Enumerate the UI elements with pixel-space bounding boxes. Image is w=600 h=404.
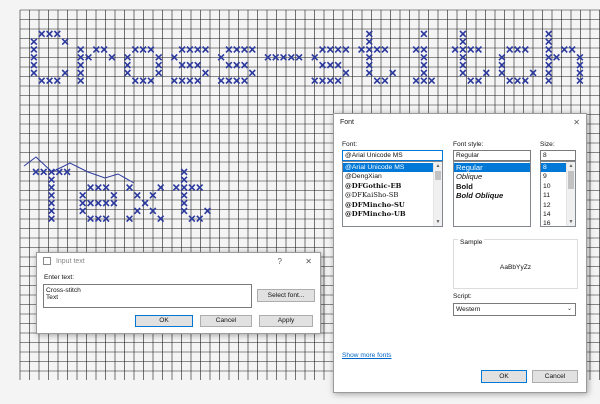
close-icon[interactable]: ✕: [573, 114, 580, 132]
script-label: Script:: [453, 293, 472, 300]
list-item[interactable]: @DFKaiSho-SB: [343, 191, 442, 200]
scroll-thumb[interactable]: [568, 171, 574, 189]
show-more-fonts-link[interactable]: Show more fonts: [342, 352, 391, 359]
font-ok-button[interactable]: OK: [481, 370, 527, 383]
text-input-area[interactable]: Cross-stitch Text: [43, 284, 252, 308]
font-list[interactable]: @Arial Unicode MS @DengXian @DFGothic-EB @D…: [342, 161, 443, 227]
scroll-up-icon[interactable]: ▲: [567, 162, 575, 170]
font-cancel-button[interactable]: Cancel: [532, 370, 578, 383]
size-list[interactable]: 8 9 10 11 12 14 16 ▲ ▼: [540, 161, 576, 227]
input-dialog-titlebar[interactable]: Input text ? ✕: [37, 253, 320, 271]
font-dialog-titlebar[interactable]: Font ✕: [334, 114, 586, 132]
list-item[interactable]: @DFGothic-EB: [343, 182, 442, 191]
help-icon[interactable]: ?: [278, 253, 282, 271]
list-item[interactable]: @Arial Unicode MS: [343, 163, 442, 173]
list-item[interactable]: Oblique: [454, 172, 530, 181]
list-item[interactable]: Bold Oblique: [454, 191, 530, 200]
apply-button[interactable]: Apply: [259, 315, 313, 327]
font-dialog: Font ✕ Font: @Arial Unicode MS @Arial Un…: [333, 113, 587, 393]
scroll-thumb[interactable]: [435, 171, 441, 180]
font-name-field[interactable]: @Arial Unicode MS: [342, 150, 443, 161]
sample-label: Sample: [458, 239, 485, 246]
list-item[interactable]: @DFMincho-SU: [343, 201, 442, 210]
size-list-scrollbar[interactable]: ▲ ▼: [566, 162, 575, 226]
input-text-dialog: Input text ? ✕ Enter text: Cross-stitch …: [36, 252, 321, 334]
text-line-2: Text: [46, 294, 59, 301]
text-line-1: Cross-stitch: [46, 287, 81, 294]
list-item[interactable]: Bold: [454, 182, 530, 191]
list-item[interactable]: @DFMincho-UB: [343, 210, 442, 219]
list-item[interactable]: Regular: [454, 163, 530, 173]
sample-group: Sample AaBbYyZz: [453, 239, 578, 289]
font-label: Font:: [342, 141, 358, 148]
font-style-label: Font style:: [453, 141, 484, 148]
chevron-down-icon: ⌄: [566, 306, 572, 312]
ok-button[interactable]: OK: [135, 315, 193, 327]
enter-text-label: Enter text:: [44, 274, 75, 281]
select-font-button[interactable]: Select font...: [257, 289, 315, 302]
size-field[interactable]: 8: [540, 150, 576, 161]
close-icon[interactable]: ✕: [305, 253, 312, 271]
scroll-up-icon[interactable]: ▲: [434, 162, 442, 170]
script-value: Western: [456, 306, 481, 313]
input-dialog-icon: [43, 257, 51, 266]
scroll-down-icon[interactable]: ▼: [434, 218, 442, 226]
script-select[interactable]: Western ⌄: [453, 303, 576, 316]
size-label: Size:: [540, 141, 555, 148]
sample-text: AaBbYyZz: [499, 264, 532, 271]
cancel-button[interactable]: Cancel: [200, 315, 252, 327]
font-style-field[interactable]: Regular: [453, 150, 531, 161]
input-dialog-title: Input text: [55, 258, 85, 265]
scroll-down-icon[interactable]: ▼: [567, 218, 575, 226]
font-list-scrollbar[interactable]: ▲ ▼: [433, 162, 442, 226]
font-style-list[interactable]: Regular Oblique Bold Bold Oblique: [453, 161, 531, 227]
font-dialog-title: Font: [340, 119, 355, 126]
list-item[interactable]: @DengXian: [343, 172, 442, 181]
